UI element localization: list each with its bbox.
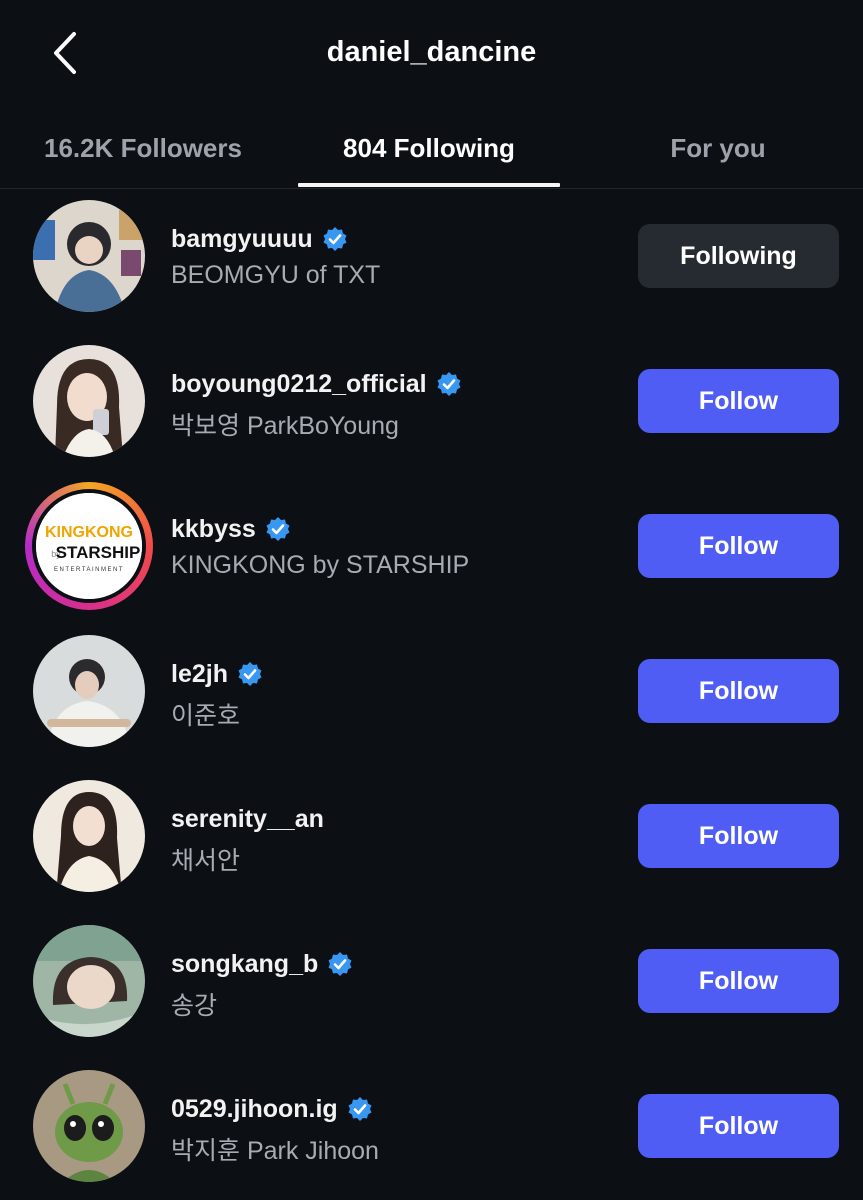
- story-ring-avatar[interactable]: KINGKONG by STARSHIP ENTERTAINMENT: [25, 482, 153, 610]
- account-username[interactable]: 0529.jihoon.ig: [171, 1095, 338, 1124]
- verified-badge-icon: [265, 516, 291, 542]
- top-bar: daniel_dancine: [0, 0, 863, 110]
- list-item[interactable]: le2jh 이준호 Follow: [0, 623, 863, 768]
- verified-badge-icon: [327, 951, 353, 977]
- brand-logo: KINGKONG by STARSHIP ENTERTAINMENT: [36, 493, 142, 599]
- tab-followers[interactable]: 16.2K Followers: [0, 110, 286, 186]
- avatar[interactable]: [33, 200, 145, 312]
- account-username[interactable]: boyoung0212_official: [171, 370, 427, 399]
- account-username[interactable]: songkang_b: [171, 950, 318, 979]
- list-item[interactable]: boyoung0212_official 박보영 ParkBoYoung Fol…: [0, 333, 863, 478]
- account-full-name: 채서안: [171, 847, 241, 875]
- tab-following[interactable]: 804 Following: [298, 110, 560, 186]
- tab-for-you[interactable]: For you: [590, 110, 846, 186]
- account-full-name: 박보영 ParkBoYoung: [171, 412, 399, 440]
- follow-button[interactable]: Follow: [638, 659, 839, 723]
- active-tab-indicator: [298, 183, 560, 187]
- svg-text:STARSHIP: STARSHIP: [56, 543, 141, 562]
- avatar[interactable]: [33, 925, 145, 1037]
- follow-button[interactable]: Follow: [638, 1094, 839, 1158]
- account-full-name: BEOMGYU of TXT: [171, 261, 381, 289]
- follow-button[interactable]: Follow: [638, 804, 839, 868]
- account-username[interactable]: kkbyss: [171, 515, 256, 544]
- verified-badge-icon: [322, 226, 348, 252]
- avatar[interactable]: [33, 635, 145, 747]
- avatar[interactable]: [33, 780, 145, 892]
- avatar[interactable]: [33, 345, 145, 457]
- svg-text:ENTERTAINMENT: ENTERTAINMENT: [54, 567, 124, 573]
- account-username[interactable]: bamgyuuuu: [171, 225, 313, 254]
- tab-bar: 16.2K Followers 804 Following For you: [0, 110, 863, 189]
- verified-badge-icon: [347, 1096, 373, 1122]
- follow-button[interactable]: Follow: [638, 369, 839, 433]
- avatar[interactable]: [33, 1070, 145, 1182]
- svg-text:KINGKONG: KINGKONG: [45, 524, 133, 541]
- verified-badge-icon: [237, 661, 263, 687]
- verified-badge-icon: [436, 371, 462, 397]
- following-button[interactable]: Following: [638, 224, 839, 288]
- list-item[interactable]: bamgyuuuu BEOMGYU of TXT Following: [0, 188, 863, 333]
- account-full-name: 송강: [171, 992, 218, 1020]
- profile-username-title: daniel_dancine: [326, 36, 537, 68]
- account-username[interactable]: serenity__an: [171, 805, 324, 834]
- account-full-name: 박지훈 Park Jihoon: [171, 1137, 379, 1165]
- list-item[interactable]: serenity__an 채서안 Follow: [0, 768, 863, 913]
- list-item[interactable]: 0529.jihoon.ig 박지훈 Park Jihoon Follow: [0, 1058, 863, 1200]
- list-item[interactable]: songkang_b 송강 Follow: [0, 913, 863, 1058]
- follow-button[interactable]: Follow: [638, 949, 839, 1013]
- account-username[interactable]: le2jh: [171, 660, 228, 689]
- account-full-name: KINGKONG by STARSHIP: [171, 551, 470, 579]
- list-item[interactable]: KINGKONG by STARSHIP ENTERTAINMENT kkbys…: [0, 478, 863, 623]
- follow-button[interactable]: Follow: [638, 514, 839, 578]
- account-full-name: 이준호: [171, 702, 241, 730]
